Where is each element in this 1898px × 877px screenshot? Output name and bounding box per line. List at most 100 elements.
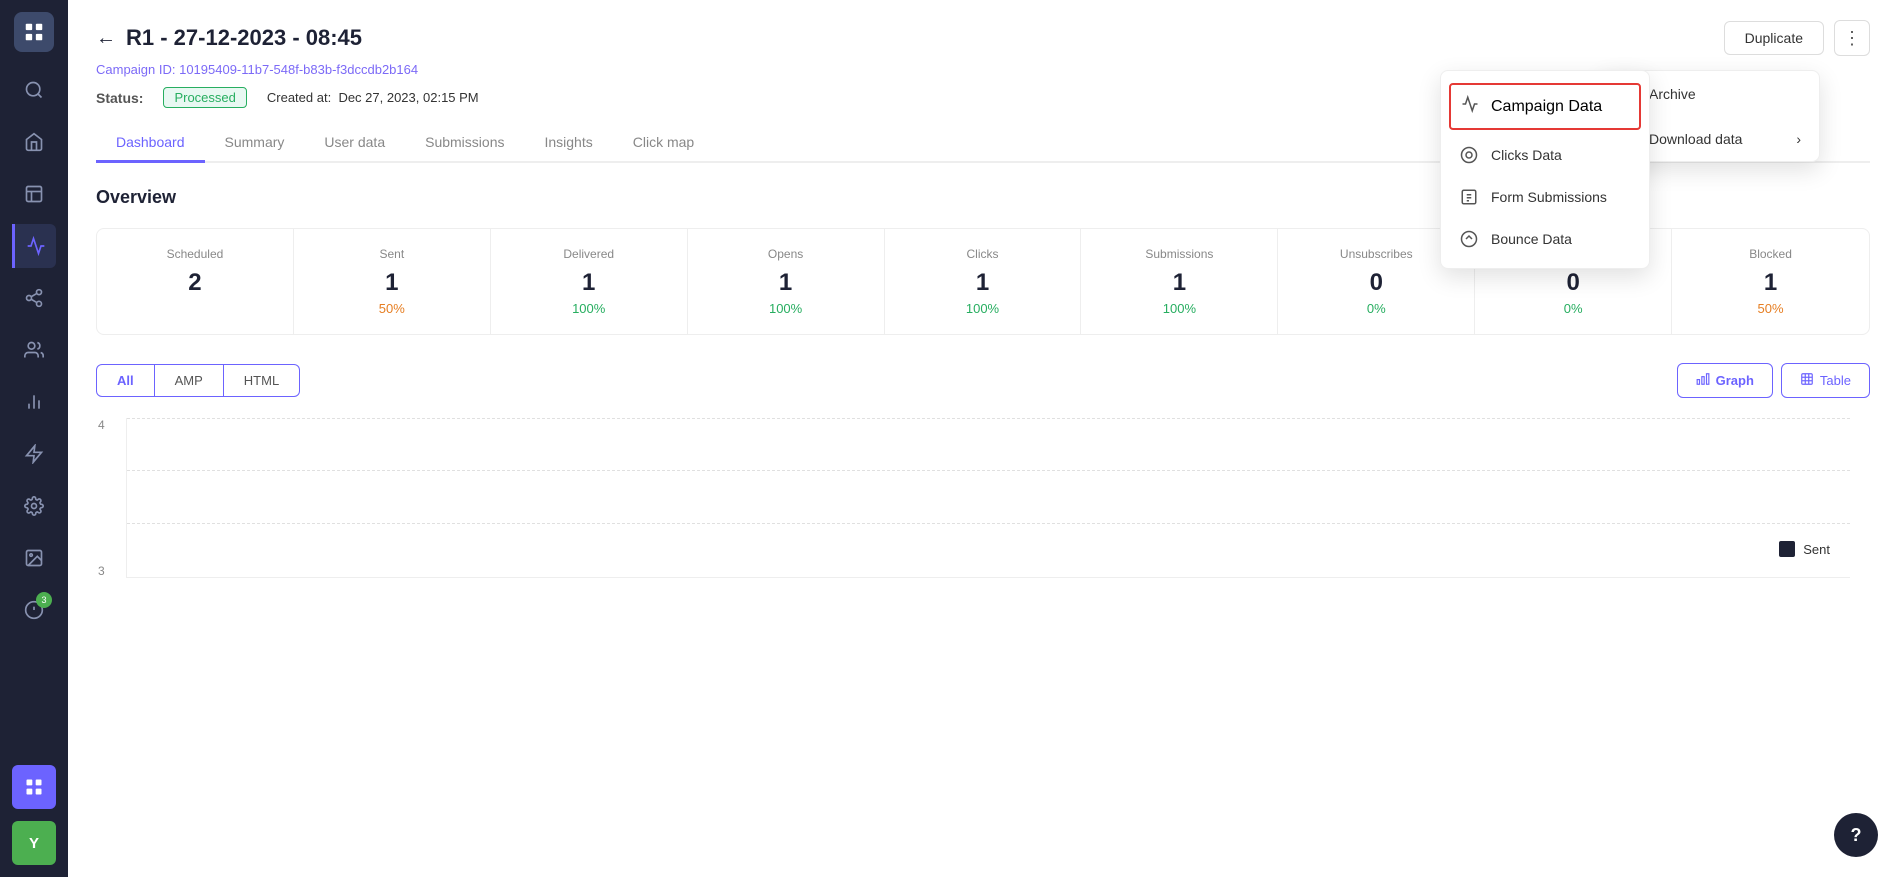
sidebar-item-billing[interactable]: 3 <box>12 588 56 632</box>
stat-sent: Sent 1 50% <box>294 229 491 334</box>
help-button[interactable]: ? <box>1834 813 1878 857</box>
table-icon <box>1800 372 1814 389</box>
status-badge: Processed <box>163 87 246 108</box>
campaign-data-label: Campaign Data <box>1491 98 1602 116</box>
created-at: Created at: Dec 27, 2023, 02:15 PM <box>267 90 479 105</box>
chart-legend: Sent <box>1779 541 1830 557</box>
sidebar-item-user-avatar[interactable]: Y <box>12 821 56 865</box>
bounce-data-menu-item[interactable]: Bounce Data <box>1441 218 1649 260</box>
y-label-4: 4 <box>98 418 105 432</box>
chart-y-axis: 4 3 <box>98 418 105 578</box>
stat-opens: Opens 1 100% <box>688 229 885 334</box>
tab-click-map[interactable]: Click map <box>613 124 714 163</box>
graph-view-button[interactable]: Graph <box>1677 363 1773 398</box>
stat-delivered: Delivered 1 100% <box>491 229 688 334</box>
filter-buttons: All AMP HTML <box>96 364 300 397</box>
tab-insights[interactable]: Insights <box>524 124 612 163</box>
table-view-button[interactable]: Table <box>1781 363 1870 398</box>
stat-blocked: Blocked 1 50% <box>1672 229 1869 334</box>
form-submissions-menu-item[interactable]: Form Submissions <box>1441 176 1649 218</box>
tab-user-data[interactable]: User data <box>304 124 405 163</box>
main-content: ← R1 - 27-12-2023 - 08:45 Duplicate ⋮ Ar… <box>68 0 1898 877</box>
stat-submissions-pct: 100% <box>1091 301 1267 316</box>
title-row: ← R1 - 27-12-2023 - 08:45 Duplicate ⋮ Ar… <box>96 20 1870 56</box>
stat-delivered-value: 1 <box>501 269 677 297</box>
status-label: Status: <box>96 90 143 106</box>
sidebar-item-settings[interactable] <box>12 484 56 528</box>
tab-dashboard[interactable]: Dashboard <box>96 124 205 163</box>
sidebar-item-app[interactable] <box>12 765 56 809</box>
stat-delivered-label: Delivered <box>501 247 677 261</box>
form-submissions-icon <box>1459 188 1479 206</box>
page-title: R1 - 27-12-2023 - 08:45 <box>126 25 362 51</box>
billing-badge: 3 <box>36 592 52 608</box>
bounce-data-icon <box>1459 230 1479 248</box>
table-btn-label: Table <box>1820 373 1851 388</box>
dashboard-content: Overview Scheduled 2 Sent 1 50% Delivere… <box>68 163 1898 877</box>
stat-sent-pct: 50% <box>304 301 480 316</box>
back-title-group: ← R1 - 27-12-2023 - 08:45 <box>96 25 362 51</box>
sidebar-item-search[interactable] <box>12 68 56 112</box>
stat-sent-value: 1 <box>304 269 480 297</box>
sidebar-item-reports[interactable] <box>12 172 56 216</box>
bar-chart-icon <box>1696 372 1710 389</box>
stat-scheduled: Scheduled 2 <box>97 229 294 334</box>
filter-amp-button[interactable]: AMP <box>155 364 224 397</box>
chevron-right-icon: › <box>1796 131 1801 147</box>
submenu-dropdown: Campaign Data Clicks Data Form Submissio… <box>1440 70 1650 269</box>
filter-all-button[interactable]: All <box>96 364 155 397</box>
tab-summary[interactable]: Summary <box>205 124 305 163</box>
chart-area: Sent <box>126 418 1850 578</box>
sidebar-item-automation[interactable] <box>12 432 56 476</box>
clicks-data-icon <box>1459 146 1479 164</box>
header-area: ← R1 - 27-12-2023 - 08:45 Duplicate ⋮ Ar… <box>68 0 1898 163</box>
duplicate-button[interactable]: Duplicate <box>1724 21 1824 55</box>
sidebar-item-campaigns[interactable] <box>12 224 56 268</box>
more-options-button[interactable]: ⋮ <box>1834 20 1870 56</box>
stat-clicks: Clicks 1 100% <box>885 229 1082 334</box>
filter-row: All AMP HTML Graph Table <box>96 363 1870 398</box>
stat-submissions: Submissions 1 100% <box>1081 229 1278 334</box>
stat-unsubscribes2-value: 0 <box>1485 269 1661 297</box>
stat-clicks-label: Clicks <box>895 247 1071 261</box>
stat-unsubscribes-pct: 0% <box>1288 301 1464 316</box>
stat-delivered-pct: 100% <box>501 301 677 316</box>
sidebar-item-share[interactable] <box>12 276 56 320</box>
created-value: Dec 27, 2023, 02:15 PM <box>338 90 478 105</box>
grid-line-3 <box>127 470 1850 471</box>
chart-container: 4 3 Sent <box>126 418 1850 578</box>
stat-sent-label: Sent <box>304 247 480 261</box>
stat-submissions-value: 1 <box>1091 269 1267 297</box>
filter-html-button[interactable]: HTML <box>224 364 300 397</box>
tab-submissions[interactable]: Submissions <box>405 124 524 163</box>
stat-clicks-value: 1 <box>895 269 1071 297</box>
sidebar-item-users[interactable] <box>12 328 56 372</box>
y-label-3: 3 <box>98 564 105 578</box>
legend-label-sent: Sent <box>1803 542 1830 557</box>
header-actions: Duplicate ⋮ Archive Download data <box>1724 20 1870 56</box>
stat-opens-value: 1 <box>698 269 874 297</box>
stat-blocked-value: 1 <box>1682 269 1859 297</box>
stat-opens-label: Opens <box>698 247 874 261</box>
campaign-data-menu-item[interactable]: Campaign Data <box>1449 83 1641 130</box>
view-buttons: Graph Table <box>1677 363 1870 398</box>
stat-submissions-label: Submissions <box>1091 247 1267 261</box>
bounce-data-label: Bounce Data <box>1491 231 1572 247</box>
form-submissions-label: Form Submissions <box>1491 189 1607 205</box>
created-label: Created at: <box>267 90 331 105</box>
clicks-data-menu-item[interactable]: Clicks Data <box>1441 134 1649 176</box>
stat-blocked-label: Blocked <box>1682 247 1859 261</box>
sidebar-item-media[interactable] <box>12 536 56 580</box>
campaign-data-icon <box>1461 95 1479 118</box>
stat-blocked-pct: 50% <box>1682 301 1859 316</box>
stat-scheduled-label: Scheduled <box>107 247 283 261</box>
clicks-data-label: Clicks Data <box>1491 147 1562 163</box>
stat-unsubscribes2-pct: 0% <box>1485 301 1661 316</box>
logo[interactable] <box>14 12 54 52</box>
legend-dot-sent <box>1779 541 1795 557</box>
sidebar-item-analytics[interactable] <box>12 380 56 424</box>
download-label: Download data <box>1649 131 1742 147</box>
back-button[interactable]: ← <box>96 27 116 50</box>
sidebar-item-home[interactable] <box>12 120 56 164</box>
archive-label: Archive <box>1649 86 1696 102</box>
